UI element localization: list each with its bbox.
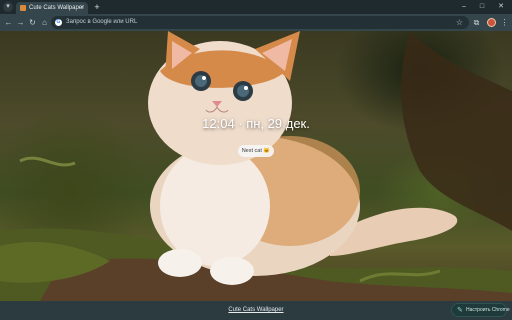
extensions-icon[interactable]: ⧉ (471, 17, 482, 28)
forward-button[interactable]: → (15, 17, 26, 28)
home-button[interactable]: ⌂ (39, 17, 50, 28)
back-button[interactable]: ← (3, 17, 14, 28)
page-footer: Cute Cats Wallpaper (0, 301, 512, 320)
tab-strip: ▾ Cute Cats Wallpaper × + – □ ✕ (0, 0, 512, 14)
cat-emoji-icon: 🐱 (263, 148, 271, 154)
customize-chrome-button[interactable]: ✎ Настроить Chrome (451, 303, 510, 317)
menu-icon[interactable]: ⋮ (499, 17, 510, 28)
google-icon: G (55, 19, 62, 26)
tab-cute-cats[interactable]: Cute Cats Wallpaper × (16, 2, 88, 14)
browser-toolbar: ← → ↻ ⌂ G Запрос в Google или URL ☆ ⧉ ⋮ (0, 14, 512, 31)
next-cat-button[interactable]: Next cat 🐱 (238, 145, 274, 157)
tab-favicon-icon (20, 5, 26, 11)
cat-wallpaper-image (0, 31, 512, 301)
tab-close-icon[interactable]: × (80, 4, 84, 12)
maximize-button[interactable]: □ (475, 1, 489, 13)
address-bar-placeholder: Запрос в Google или URL (66, 19, 138, 25)
minimize-button[interactable]: – (457, 1, 471, 13)
next-cat-label: Next cat (241, 148, 262, 154)
tab-search-button[interactable]: ▾ (3, 2, 13, 12)
pencil-icon: ✎ (457, 307, 463, 314)
footer-wallpaper-link[interactable]: Cute Cats Wallpaper (0, 307, 512, 314)
customize-chrome-label: Настроить Chrome (466, 307, 510, 313)
profile-avatar[interactable] (487, 18, 496, 27)
clock-display: 12:04 · пн, 29 дек. (202, 116, 310, 131)
address-bar[interactable]: G Запрос в Google или URL ☆ (51, 16, 469, 29)
close-window-button[interactable]: ✕ (494, 1, 508, 13)
new-tab-button[interactable]: + (92, 2, 102, 12)
bookmark-star-icon[interactable]: ☆ (456, 18, 463, 27)
tab-title: Cute Cats Wallpaper (29, 5, 85, 11)
wallpaper: 12:04 · пн, 29 дек. Next cat 🐱 (0, 31, 512, 301)
reload-button[interactable]: ↻ (27, 17, 38, 28)
